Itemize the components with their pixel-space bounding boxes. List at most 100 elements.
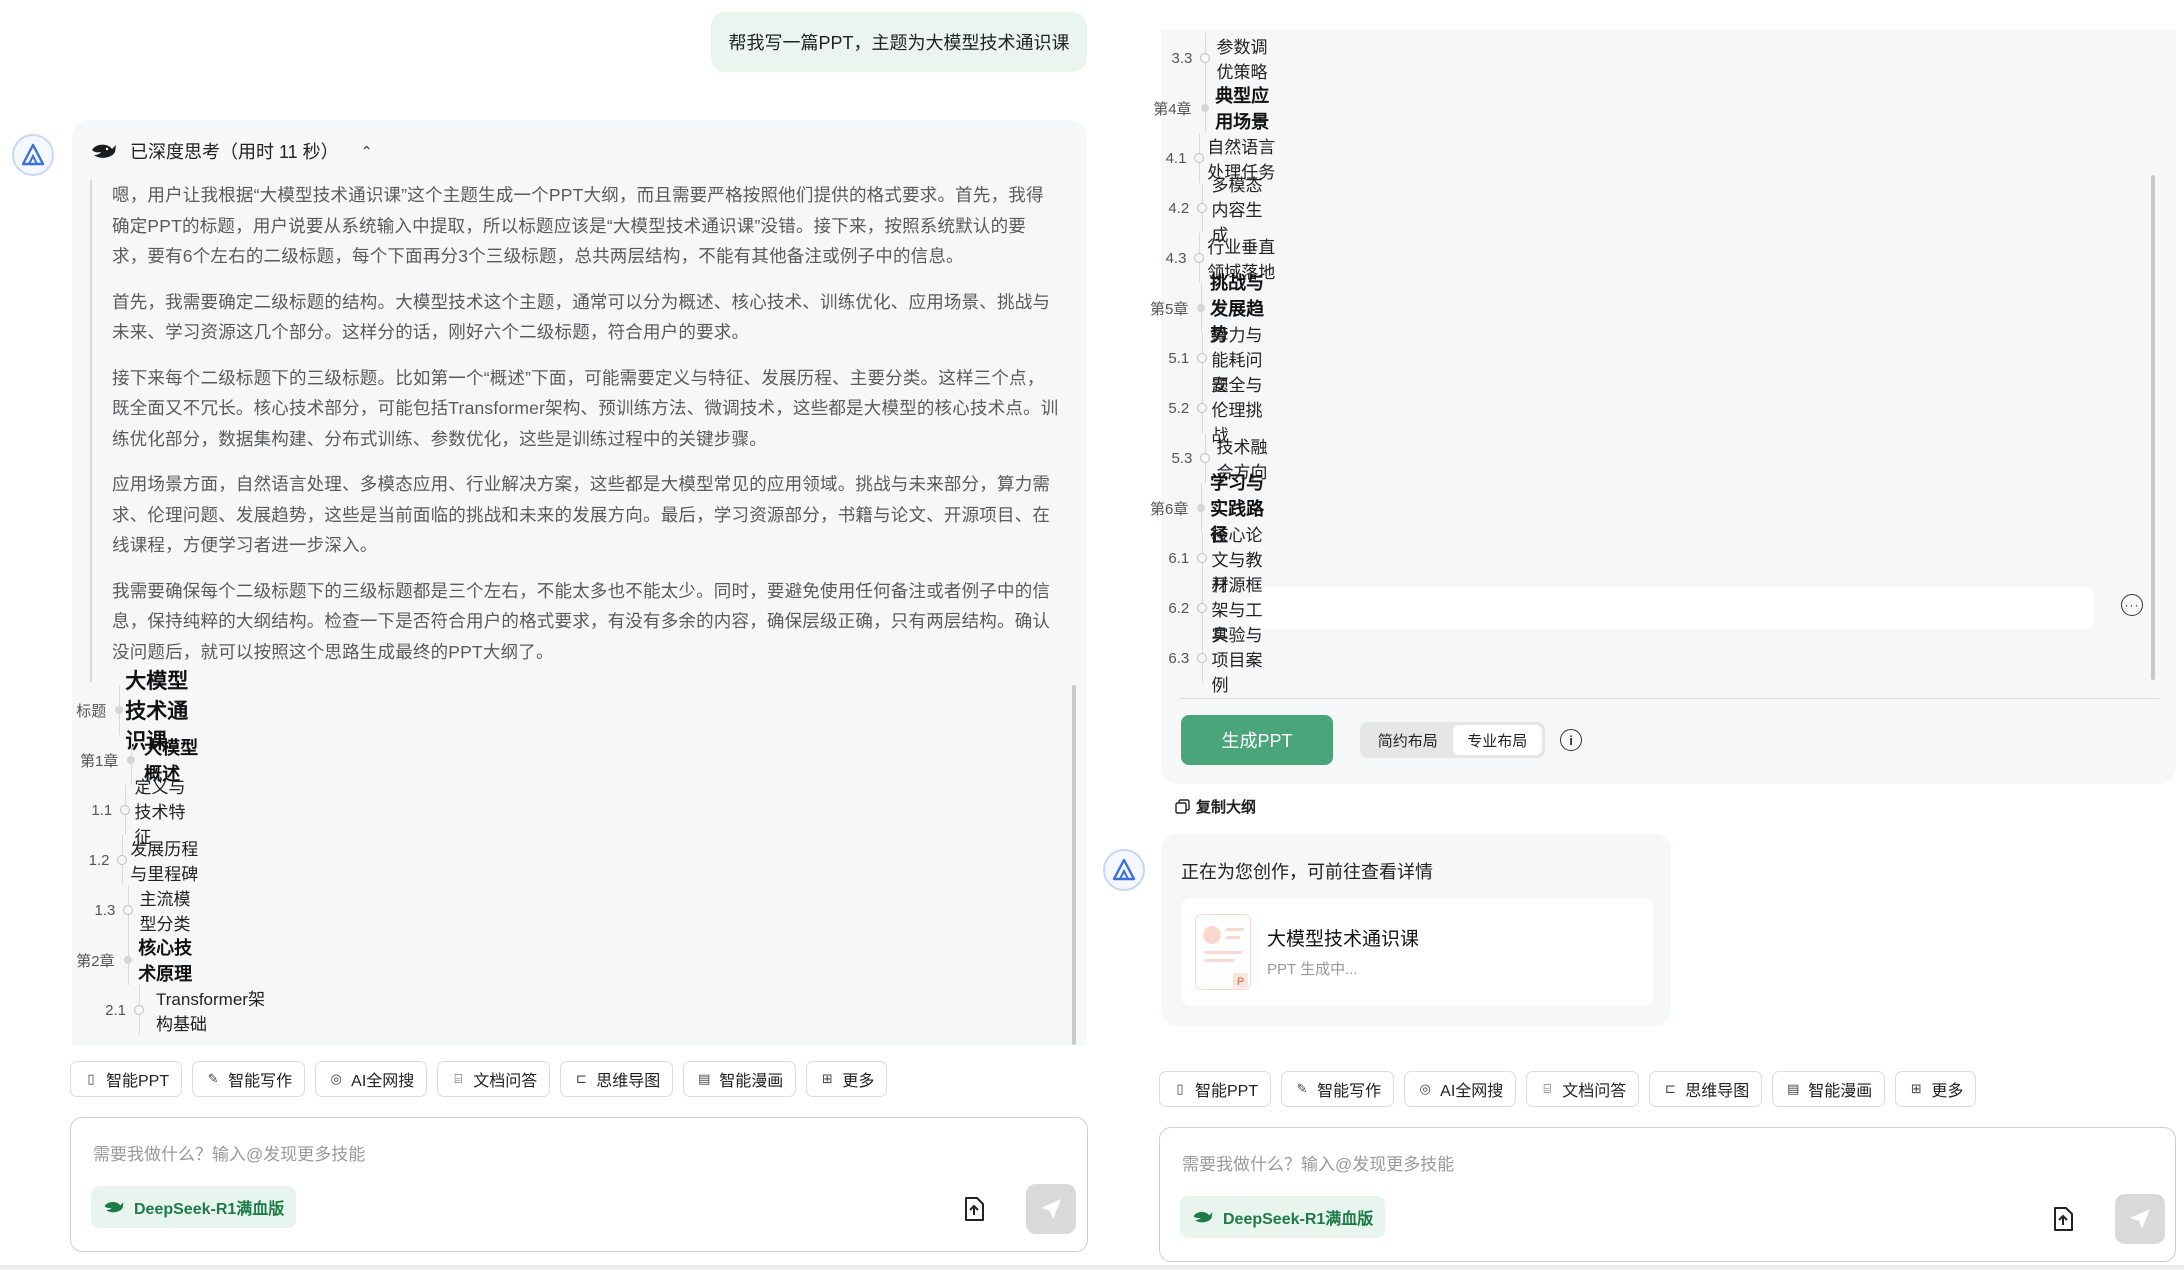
smart-ppt-icon: ▯	[1176, 1081, 1184, 1096]
outline-number: 第6章	[1149, 500, 1189, 518]
tool-smart-writing-button[interactable]: ✎ 智能写作	[192, 1061, 306, 1097]
smart-comic-icon: ▤	[1787, 1081, 1800, 1096]
outline-text: 发展历程与里程碑	[130, 840, 199, 884]
chevron-up-icon[interactable]: ⌃	[361, 143, 373, 160]
chat-input-placeholder[interactable]: 需要我做什么？输入@发现更多技能	[1182, 1150, 1454, 1175]
deepseek-whale-icon	[92, 144, 116, 158]
right-chat-panel: 3.3 参数调优策略 第4章 典型应用场景 4.1 自然语言处理任务 4.2 多模态内容生成 4…	[1095, 0, 2184, 1270]
outline-item[interactable]: 6.3 实验与项目案例	[1149, 626, 1278, 695]
upload-file-button[interactable]	[959, 1194, 989, 1224]
outline-item[interactable]: 2.1 Transformer架构基础	[72, 985, 276, 1035]
outline-number: 1.1	[91, 801, 113, 819]
outline-chapter[interactable]: 第4章 典型应用场景	[1149, 83, 1279, 133]
more-icon: ⊞	[1910, 1081, 1922, 1096]
tool-doc-qa-button[interactable]: ⌸ 文档问答	[1526, 1071, 1640, 1107]
thinking-line: 求、伦理问题、发展趋势，这些是当前面临的挑战和未来的发展方向。最后，学习资源部分…	[112, 504, 1051, 525]
tool-smart-comic-button[interactable]: ▤ 智能漫画	[1772, 1071, 1886, 1107]
tool-mind-map-button[interactable]: ⊏ 思维导图	[1649, 1071, 1763, 1107]
tool-ai-web-search-button[interactable]: ◎ AI全网搜	[1404, 1071, 1517, 1107]
tool-smart-writing-button[interactable]: ✎ 智能写作	[1281, 1071, 1395, 1107]
outline-scrollbar[interactable]	[1072, 685, 1076, 1045]
outline-bullet-icon	[1189, 183, 1211, 233]
doc-qa-icon: ⌸	[454, 1071, 463, 1086]
layout-simple-option[interactable]: 简约布局	[1363, 725, 1453, 755]
tool-more-button[interactable]: ⊞ 更多	[1895, 1071, 1977, 1107]
outline-number: 5.3	[1171, 449, 1193, 467]
copy-outline-button[interactable]: 复制大纲	[1175, 796, 1256, 817]
thinking-content: 嗯，用户让我根据“大模型技术通识课”这个主题生成一个PPT大纲，而且需要严格按照…	[90, 180, 1087, 682]
ppt-thumbnail: P	[1195, 914, 1251, 990]
outline-bullet-icon	[1188, 483, 1210, 533]
chat-input-box[interactable]: 需要我做什么？输入@发现更多技能 DeepSeek-R1满血版	[1159, 1127, 2176, 1262]
outline-number: 第2章	[76, 952, 115, 970]
tool-label: 思维导图	[1685, 1083, 1750, 1100]
more-icon: ⊞	[821, 1071, 833, 1086]
tool-doc-qa-button[interactable]: ⌸ 文档问答	[437, 1061, 551, 1097]
outline-item[interactable]: 3.3 参数调优策略	[1149, 33, 1278, 83]
outline-item[interactable]: 4.2 多模态内容生成	[1149, 176, 1278, 245]
thinking-toggle[interactable]: 已深度思考（用时 11 秒） ⌃	[90, 138, 372, 164]
thinking-line: 我需要确保每个二级标题下的三级标题都是三个左右，不能太多也不能太少。同时，要避免…	[112, 580, 1051, 601]
tool-label: 智能漫画	[719, 1073, 784, 1090]
model-selector[interactable]: DeepSeek-R1满血版	[91, 1186, 297, 1228]
outline-number: 标题	[76, 702, 107, 720]
chat-input-box[interactable]: 需要我做什么？输入@发现更多技能 DeepSeek-R1满血版	[70, 1117, 1088, 1252]
ppt-document-status: PPT 生成中...	[1267, 961, 1358, 978]
layout-toggle: 简约布局 专业布局	[1360, 722, 1545, 758]
outline-text: 参数调优策略	[1216, 38, 1268, 82]
outline-item[interactable]: 5.2 安全与伦理挑战	[1149, 376, 1278, 445]
outline-chapter[interactable]: 第2章 核心技术原理	[72, 935, 202, 985]
thinking-line: 应用场景方面，自然语言处理、多模态应用、行业解决方案，这些都是大模型常见的应用领…	[112, 474, 1051, 494]
info-icon[interactable]: i	[1560, 729, 1582, 751]
send-button[interactable]	[1026, 1184, 1076, 1234]
outline-bullet-icon	[1188, 283, 1210, 333]
layout-pro-option[interactable]: 专业布局	[1452, 725, 1542, 755]
model-selector[interactable]: DeepSeek-R1满血版	[1180, 1196, 1386, 1238]
outline-bullet-icon	[1189, 533, 1211, 583]
thinking-line: 首先，我需要确定二级标题的结构。大模型技术这个主题，通常可以分为概述、核心技术、…	[112, 291, 1051, 312]
thinking-paragraph: 嗯，用户让我根据“大模型技术通识课”这个主题生成一个PPT大纲，而且需要严格按照…	[112, 180, 1087, 272]
outline-scrollbar[interactable]	[2151, 175, 2155, 680]
outline-bullet-icon	[1186, 233, 1207, 283]
outline-number: 4.2	[1168, 199, 1190, 217]
outline-number: 6.2	[1168, 599, 1190, 617]
skills-toolbar: ▯ 智能PPT ✎ 智能写作 ◎ AI全网搜 ⌸ 文档问答 ⊏ 思维导图 ▤ 智能漫画 ⊞ 更多	[1159, 1071, 1977, 1107]
thinking-paragraph: 我需要确保每个二级标题下的三级标题都是三个左右，不能太多也不能太少。同时，要避免…	[112, 576, 1087, 668]
outline-item[interactable]: 1.2 发展历程与里程碑	[72, 835, 201, 885]
thinking-line: 求，要有6个左右的二级标题，每个下面再分3个三级标题，总共两层结构，不能有其他备…	[112, 246, 964, 266]
more-options-icon[interactable]: ···	[2121, 594, 2143, 616]
status-card: 正在为您创作，可前往查看详情 P 大模型技术通识课 PPT 生成中...	[1161, 834, 1671, 1026]
upload-file-button[interactable]	[2048, 1204, 2078, 1234]
outline-bullet-icon	[1189, 633, 1211, 683]
outline-item[interactable]: 1.1 定义与技术特征	[72, 778, 201, 847]
outline-title[interactable]: 标题 大模型技术通识课	[72, 670, 205, 753]
outline-bullet-icon	[126, 985, 156, 1035]
outline-bullet-icon	[1189, 583, 1211, 633]
tool-more-button[interactable]: ⊞ 更多	[806, 1061, 888, 1097]
thinking-paragraph: 首先，我需要确定二级标题的结构。大模型技术这个主题，通常可以分为概述、核心技术、…	[112, 287, 1087, 348]
outline-bullet-icon	[1192, 33, 1216, 83]
outline-number: 4.1	[1165, 149, 1187, 167]
send-icon	[1041, 1199, 1061, 1219]
tool-label: 文档问答	[473, 1073, 538, 1090]
chat-input-placeholder[interactable]: 需要我做什么？输入@发现更多技能	[93, 1140, 365, 1165]
tool-label: 智能写作	[1317, 1083, 1382, 1100]
generate-ppt-button[interactable]: 生成PPT	[1181, 715, 1333, 765]
send-button[interactable]	[2115, 1194, 2165, 1244]
smart-ppt-icon: ▯	[87, 1071, 95, 1086]
generate-ppt-label: 生成PPT	[1221, 731, 1293, 751]
tool-smart-ppt-button[interactable]: ▯ 智能PPT	[1159, 1071, 1272, 1107]
tool-ai-web-search-button[interactable]: ◎ AI全网搜	[315, 1061, 428, 1097]
outline-item[interactable]: 1.3 主流模型分类	[72, 885, 201, 935]
outline-bullet-icon	[106, 685, 125, 735]
smart-writing-icon: ✎	[207, 1071, 219, 1086]
ppt-document-card[interactable]: P 大模型技术通识课 PPT 生成中...	[1181, 898, 1653, 1006]
ppt-file-icon: P	[1203, 926, 1248, 988]
tool-mind-map-button[interactable]: ⊏ 思维导图	[560, 1061, 674, 1097]
outline-number: 第4章	[1153, 100, 1192, 118]
tool-label: 智能写作	[228, 1073, 293, 1090]
upload-icon	[2054, 1207, 2073, 1231]
tool-smart-ppt-button[interactable]: ▯ 智能PPT	[70, 1061, 183, 1097]
smart-writing-icon: ✎	[1296, 1081, 1308, 1096]
tool-smart-comic-button[interactable]: ▤ 智能漫画	[683, 1061, 797, 1097]
